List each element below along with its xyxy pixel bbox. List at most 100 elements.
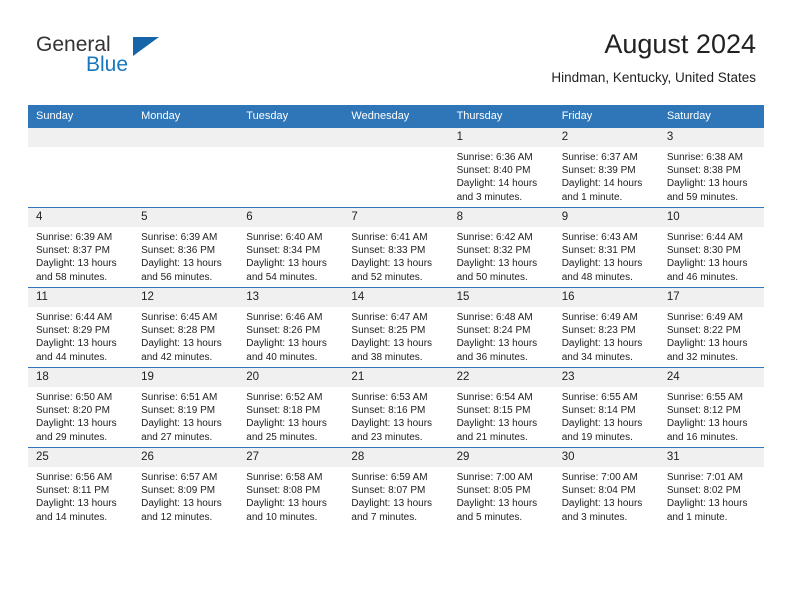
day-details: Sunrise: 7:00 AM Sunset: 8:05 PM Daylight:… — [449, 467, 554, 524]
calendar-day-cell[interactable]: 30 Sunrise: 7:00 AM Sunset: 8:04 PM Dayligh… — [553, 447, 659, 527]
daylight-duration-line1: Daylight: 13 hours — [666, 498, 748, 510]
daylight-duration-line2: and 25 minutes. — [246, 431, 318, 443]
calendar-day-cell[interactable]: 28 Sunrise: 6:59 AM Sunset: 8:07 PM Dayligh… — [343, 447, 449, 527]
sunrise-time: Sunrise: 6:44 AM — [36, 312, 113, 323]
daylight-duration-line1: Daylight: 13 hours — [561, 418, 643, 430]
calendar-day-cell[interactable]: 24 Sunrise: 6:55 AM Sunset: 8:12 PM Dayligh… — [658, 367, 764, 448]
day-number: 10 — [658, 208, 764, 227]
calendar-day-cell[interactable]: 17 Sunrise: 6:49 AM Sunset: 8:22 PM Dayligh… — [658, 287, 764, 368]
daylight-duration-line1: Daylight: 13 hours — [456, 498, 538, 510]
day-details: Sunrise: 6:53 AM Sunset: 8:16 PM Daylight:… — [343, 387, 448, 444]
calendar-day-cell[interactable]: 22 Sunrise: 6:54 AM Sunset: 8:15 PM Dayligh… — [448, 367, 554, 448]
daylight-duration-line2: and 56 minutes. — [141, 271, 213, 283]
day-details: Sunrise: 6:48 AM Sunset: 8:24 PM Daylight:… — [449, 307, 554, 364]
calendar-day-cell[interactable]: 26 Sunrise: 6:57 AM Sunset: 8:09 PM Dayligh… — [133, 447, 239, 527]
calendar-day-cell[interactable]: 7 Sunrise: 6:41 AM Sunset: 8:33 PM Daylight… — [343, 207, 449, 288]
day-number: 19 — [133, 368, 239, 387]
sunrise-time: Sunrise: 7:00 AM — [456, 472, 533, 483]
calendar-day-cell[interactable]: 3 Sunrise: 6:38 AM Sunset: 8:38 PM Daylight… — [658, 128, 764, 208]
day-number: 11 — [28, 288, 134, 307]
calendar-day-cell[interactable]: 4 Sunrise: 6:39 AM Sunset: 8:37 PM Daylight… — [28, 207, 134, 288]
day-number: 15 — [448, 288, 554, 307]
calendar-day-cell[interactable]: 1 Sunrise: 6:36 AM Sunset: 8:40 PM Daylight… — [448, 128, 554, 208]
day-number: 20 — [238, 368, 344, 387]
calendar-day-cell[interactable]: 5 Sunrise: 6:39 AM Sunset: 8:36 PM Daylight… — [133, 207, 239, 288]
daylight-duration-line1: Daylight: 13 hours — [36, 338, 117, 350]
calendar-day-cell[interactable]: 13 Sunrise: 6:46 AM Sunset: 8:26 PM Dayligh… — [238, 287, 344, 368]
day-details: Sunrise: 6:44 AM Sunset: 8:29 PM Daylight:… — [28, 307, 133, 364]
sunset-time: Sunset: 8:18 PM — [246, 405, 321, 417]
daylight-duration-line2: and 50 minutes. — [456, 271, 528, 283]
sunrise-time: Sunrise: 6:52 AM — [246, 392, 323, 403]
calendar-day-cell[interactable]: 21 Sunrise: 6:53 AM Sunset: 8:16 PM Dayligh… — [343, 367, 449, 448]
sunset-time: Sunset: 8:37 PM — [36, 245, 110, 257]
calendar-day-cell[interactable]: 10 Sunrise: 6:44 AM Sunset: 8:30 PM Dayligh… — [658, 207, 764, 288]
day-details: Sunrise: 6:55 AM Sunset: 8:14 PM Daylight:… — [554, 387, 659, 444]
calendar-day-cell[interactable]: 27 Sunrise: 6:58 AM Sunset: 8:08 PM Dayligh… — [238, 447, 344, 527]
logo-text-blue: Blue — [86, 53, 129, 76]
day-details: Sunrise: 6:40 AM Sunset: 8:34 PM Daylight:… — [238, 227, 343, 284]
sunset-time: Sunset: 8:14 PM — [561, 405, 636, 417]
day-details: Sunrise: 6:58 AM Sunset: 8:08 PM Daylight:… — [238, 467, 343, 524]
daylight-duration-line2: and 52 minutes. — [351, 271, 423, 283]
daylight-duration-line1: Daylight: 13 hours — [141, 498, 222, 510]
calendar-week-row: 18 Sunrise: 6:50 AM Sunset: 8:20 PM Dayligh… — [28, 367, 764, 448]
calendar-day-cell[interactable]: 12 Sunrise: 6:45 AM Sunset: 8:28 PM Dayligh… — [133, 287, 239, 368]
sunrise-time: Sunrise: 6:53 AM — [351, 392, 428, 403]
calendar-day-cell[interactable]: 9 Sunrise: 6:43 AM Sunset: 8:31 PM Daylight… — [553, 207, 659, 288]
daylight-duration-line1: Daylight: 13 hours — [246, 338, 327, 350]
calendar-day-cell[interactable]: 15 Sunrise: 6:48 AM Sunset: 8:24 PM Dayligh… — [448, 287, 554, 368]
sunset-time: Sunset: 8:23 PM — [561, 325, 636, 337]
sunrise-sunset-calendar: Sunday Monday Tuesday Wednesday Thursday… — [28, 105, 764, 527]
day-details: Sunrise: 6:49 AM Sunset: 8:22 PM Daylight:… — [659, 307, 764, 364]
calendar-day-cell[interactable]: 8 Sunrise: 6:42 AM Sunset: 8:32 PM Daylight… — [448, 207, 554, 288]
calendar-day-cell[interactable]: 19 Sunrise: 6:51 AM Sunset: 8:19 PM Dayligh… — [133, 367, 239, 448]
calendar-day-cell[interactable]: 14 Sunrise: 6:47 AM Sunset: 8:25 PM Dayligh… — [343, 287, 449, 368]
calendar-day-cell[interactable]: 25 Sunrise: 6:56 AM Sunset: 8:11 PM Dayligh… — [28, 447, 134, 527]
sunrise-time: Sunrise: 6:43 AM — [561, 232, 638, 243]
general-blue-logo[interactable]: General Blue — [36, 33, 256, 83]
sunrise-time: Sunrise: 6:47 AM — [351, 312, 428, 323]
calendar-day-cell[interactable]: 31 Sunrise: 7:01 AM Sunset: 8:02 PM Dayligh… — [658, 447, 764, 527]
weekday-header-monday: Monday — [133, 105, 239, 128]
calendar-day-cell[interactable]: 23 Sunrise: 6:55 AM Sunset: 8:14 PM Dayligh… — [553, 367, 659, 448]
calendar-day-cell[interactable]: 29 Sunrise: 7:00 AM Sunset: 8:05 PM Dayligh… — [448, 447, 554, 527]
calendar-day-cell[interactable]: 6 Sunrise: 6:40 AM Sunset: 8:34 PM Daylight… — [238, 207, 344, 288]
sunset-time: Sunset: 8:36 PM — [141, 245, 216, 257]
sunset-time: Sunset: 8:25 PM — [351, 325, 426, 337]
daylight-duration-line2: and 40 minutes. — [246, 351, 318, 363]
calendar-header-row: Sunday Monday Tuesday Wednesday Thursday… — [28, 105, 764, 128]
daylight-duration-line1: Daylight: 13 hours — [246, 258, 327, 270]
day-details: Sunrise: 6:55 AM Sunset: 8:12 PM Daylight:… — [659, 387, 764, 444]
sunset-time: Sunset: 8:34 PM — [246, 245, 321, 257]
day-number: 30 — [553, 448, 659, 467]
daylight-duration-line2: and 32 minutes. — [666, 351, 739, 363]
daylight-duration-line2: and 1 minute. — [666, 511, 728, 523]
daylight-duration-line1: Daylight: 13 hours — [456, 258, 538, 270]
calendar-week-row: 11 Sunrise: 6:44 AM Sunset: 8:29 PM Dayligh… — [28, 287, 764, 368]
day-details: Sunrise: 6:36 AM Sunset: 8:40 PM Daylight:… — [449, 147, 554, 204]
day-number: 12 — [133, 288, 239, 307]
daylight-duration-line1: Daylight: 14 hours — [456, 178, 538, 190]
sunset-time: Sunset: 8:28 PM — [141, 325, 216, 337]
day-number: 1 — [448, 128, 554, 147]
calendar-day-cell[interactable]: 2 Sunrise: 6:37 AM Sunset: 8:39 PM Daylight… — [553, 128, 659, 208]
daylight-duration-line2: and 48 minutes. — [561, 271, 633, 283]
day-number: 16 — [553, 288, 659, 307]
sunrise-time: Sunrise: 6:36 AM — [456, 152, 533, 163]
day-number: 17 — [658, 288, 764, 307]
sunrise-time: Sunrise: 6:50 AM — [36, 392, 113, 403]
daylight-duration-line1: Daylight: 13 hours — [456, 418, 538, 430]
day-details: Sunrise: 6:45 AM Sunset: 8:28 PM Daylight:… — [133, 307, 238, 364]
calendar-day-cell[interactable]: 11 Sunrise: 6:44 AM Sunset: 8:29 PM Dayligh… — [28, 287, 134, 368]
day-number: 2 — [553, 128, 659, 147]
sunrise-time: Sunrise: 6:46 AM — [246, 312, 323, 323]
sunset-time: Sunset: 8:20 PM — [36, 405, 110, 417]
day-number: 29 — [448, 448, 554, 467]
calendar-day-cell[interactable]: 16 Sunrise: 6:49 AM Sunset: 8:23 PM Dayligh… — [553, 287, 659, 368]
day-number: 4 — [28, 208, 134, 227]
calendar-day-cell[interactable]: 18 Sunrise: 6:50 AM Sunset: 8:20 PM Dayligh… — [28, 367, 134, 448]
calendar-day-cell[interactable]: 20 Sunrise: 6:52 AM Sunset: 8:18 PM Dayligh… — [238, 367, 344, 448]
sunrise-time: Sunrise: 6:54 AM — [456, 392, 533, 403]
day-number: 31 — [658, 448, 764, 467]
